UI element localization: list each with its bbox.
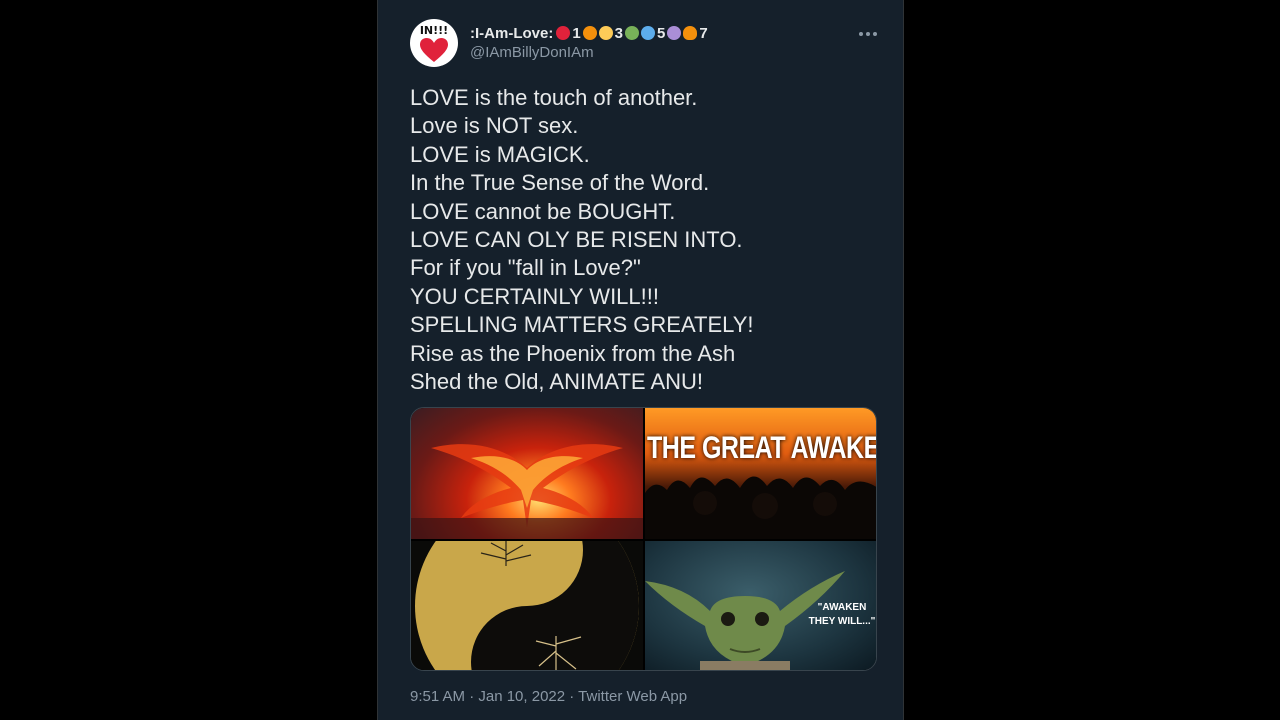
fire-icon xyxy=(683,26,698,40)
badge-number: 3 xyxy=(614,24,624,42)
display-name-text: :I-Am-Love: xyxy=(470,24,554,42)
tweet-line: LOVE CAN OLY BE RISEN INTO. xyxy=(410,227,743,253)
tweet-line: For if you "fall in Love?" xyxy=(410,255,641,281)
badge-number: 7 xyxy=(699,24,708,42)
avatar[interactable]: IN!!! xyxy=(410,19,458,67)
heart-icon xyxy=(556,26,571,40)
heart-icon xyxy=(582,26,597,40)
heart-icon xyxy=(598,26,613,40)
yoda-quote: "AWAKEN THEY WILL..." xyxy=(808,602,876,627)
more-icon[interactable] xyxy=(856,24,880,44)
dot xyxy=(859,32,863,36)
tweet-line: Love is NOT sex. xyxy=(410,113,579,139)
handle[interactable]: @IAmBillyDonIAm xyxy=(470,44,594,61)
phoenix-image[interactable] xyxy=(411,408,643,539)
phoenix-shape xyxy=(411,444,643,539)
tweet-line: Shed the Old, ANIMATE ANU! xyxy=(410,369,704,395)
tweet-line: LOVE is MAGICK. xyxy=(410,141,590,167)
awakening-image[interactable]: THE GREAT AWAKENING xyxy=(645,408,876,539)
badge-number: 5 xyxy=(657,24,666,42)
dot xyxy=(866,32,870,36)
tweet-line: YOU CERTAINLY WILL!!! xyxy=(410,283,659,309)
heart-icon xyxy=(641,26,656,40)
heart-icon xyxy=(420,38,448,62)
media-grid: THE GREAT AWAKENING "AWAKEN THE xyxy=(410,407,877,671)
yoda-image[interactable]: "AWAKEN THEY WILL..." xyxy=(645,541,876,670)
tweet-line: LOVE cannot be BOUGHT. xyxy=(410,198,676,224)
crowd-silhouette xyxy=(645,476,876,539)
tweet-line: LOVE is the touch of another. xyxy=(410,85,698,110)
avatar-text: IN!!! xyxy=(419,24,449,37)
yin-yang-shape xyxy=(415,541,639,670)
heart-icon xyxy=(625,26,640,40)
display-name[interactable]: :I-Am-Love: 1 3 5 7 xyxy=(470,23,709,43)
tweet-line: In the True Sense of the Word. xyxy=(410,170,710,196)
heart-icon xyxy=(667,26,682,40)
tweet-meta[interactable]: 9:51 AM · Jan 10, 2022 · Twitter Web App xyxy=(410,688,687,705)
tweet-text: LOVE is the touch of another. Love is NO… xyxy=(410,84,880,396)
tweet-line: Rise as the Phoenix from the Ash xyxy=(410,340,736,366)
yin-yang-tree-image[interactable] xyxy=(411,541,643,670)
dot xyxy=(873,32,877,36)
tweet-line: SPELLING MATTERS GREATELY! xyxy=(410,312,754,338)
badge-number: 1 xyxy=(572,24,581,42)
